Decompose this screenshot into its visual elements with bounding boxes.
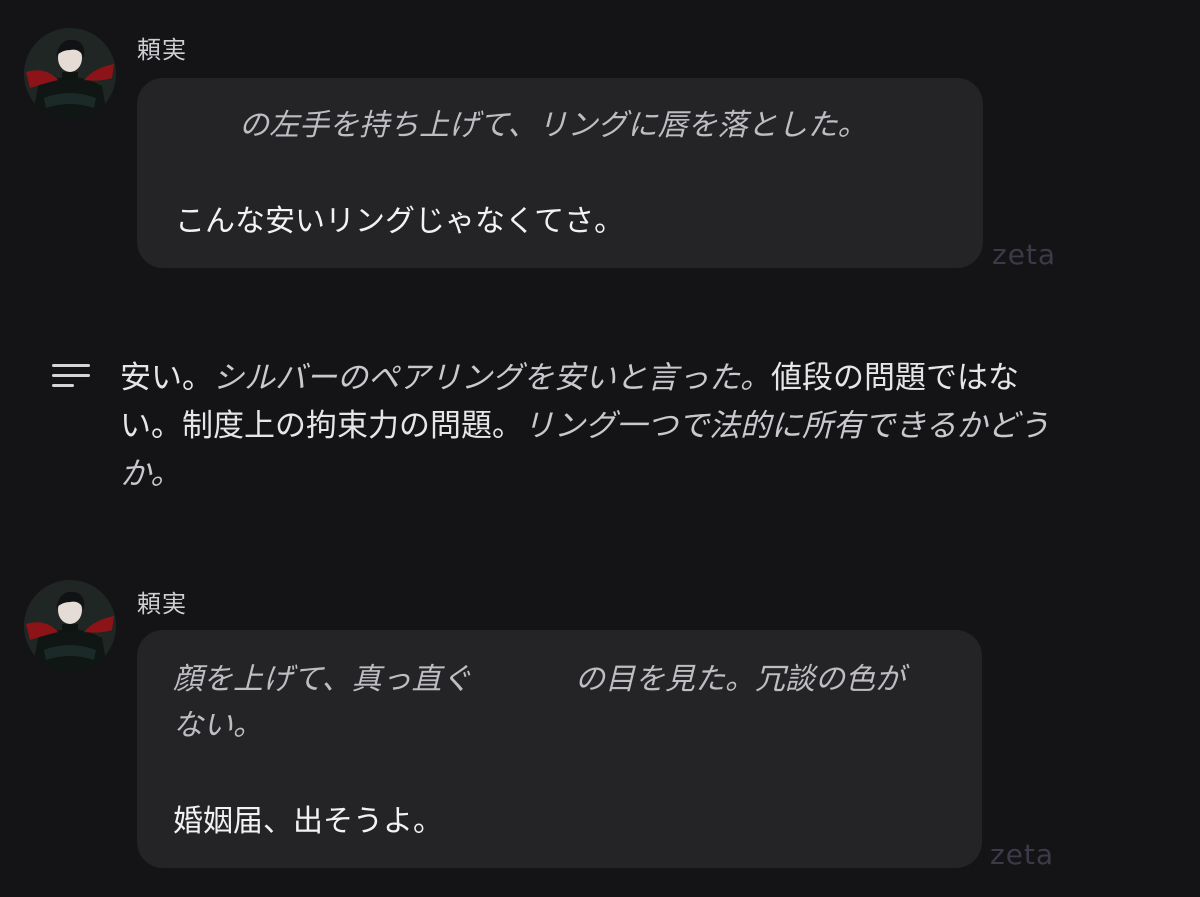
- narration-lines-icon: [52, 362, 92, 390]
- zeta-watermark: zeta: [990, 838, 1055, 871]
- narration-text: リング一つで法的に所有できるかどう: [523, 408, 1050, 444]
- action-text: ない。: [173, 708, 263, 743]
- zeta-watermark: zeta: [992, 238, 1057, 271]
- action-text: の目を見た。冗談の色が: [575, 662, 905, 697]
- message-bubble: の左手を持ち上げて、リングに唇を落とした。 こんな安いリングじゃなくてさ。: [137, 78, 983, 268]
- avatar[interactable]: [24, 580, 116, 672]
- narration-line: 安い。シルバーのペアリングを安いと言った。値段の問題ではな: [120, 358, 1019, 398]
- narration-text: 安い。: [120, 360, 213, 396]
- avatar[interactable]: [24, 28, 116, 120]
- message-author: 頼実: [137, 590, 187, 618]
- character-avatar-image: [24, 580, 116, 672]
- narration-line: い。制度上の拘束力の問題。リング一つで法的に所有できるかどう: [120, 406, 1049, 446]
- character-avatar-image: [24, 28, 116, 120]
- message-author: 頼実: [137, 36, 187, 64]
- narration-text: 値段の問題ではな: [771, 360, 1019, 396]
- action-text: 顔を上げて、真っ直ぐ: [173, 662, 472, 697]
- speech-text: 婚姻届、出そうよ。: [173, 804, 443, 839]
- message-bubble: 顔を上げて、真っ直ぐ の目を見た。冗談の色が ない。 婚姻届、出そうよ。: [137, 630, 982, 868]
- action-text: の左手を持ち上げて、リングに唇を落とした。: [239, 108, 868, 143]
- narration-text: シルバーのペアリングを安いと言った。: [213, 360, 771, 396]
- narration-line: か。: [120, 454, 181, 494]
- narration-text: い。制度上の拘束力の問題。: [120, 408, 523, 444]
- narration-text: か。: [120, 456, 182, 492]
- speech-text: こんな安いリングじゃなくてさ。: [175, 204, 625, 239]
